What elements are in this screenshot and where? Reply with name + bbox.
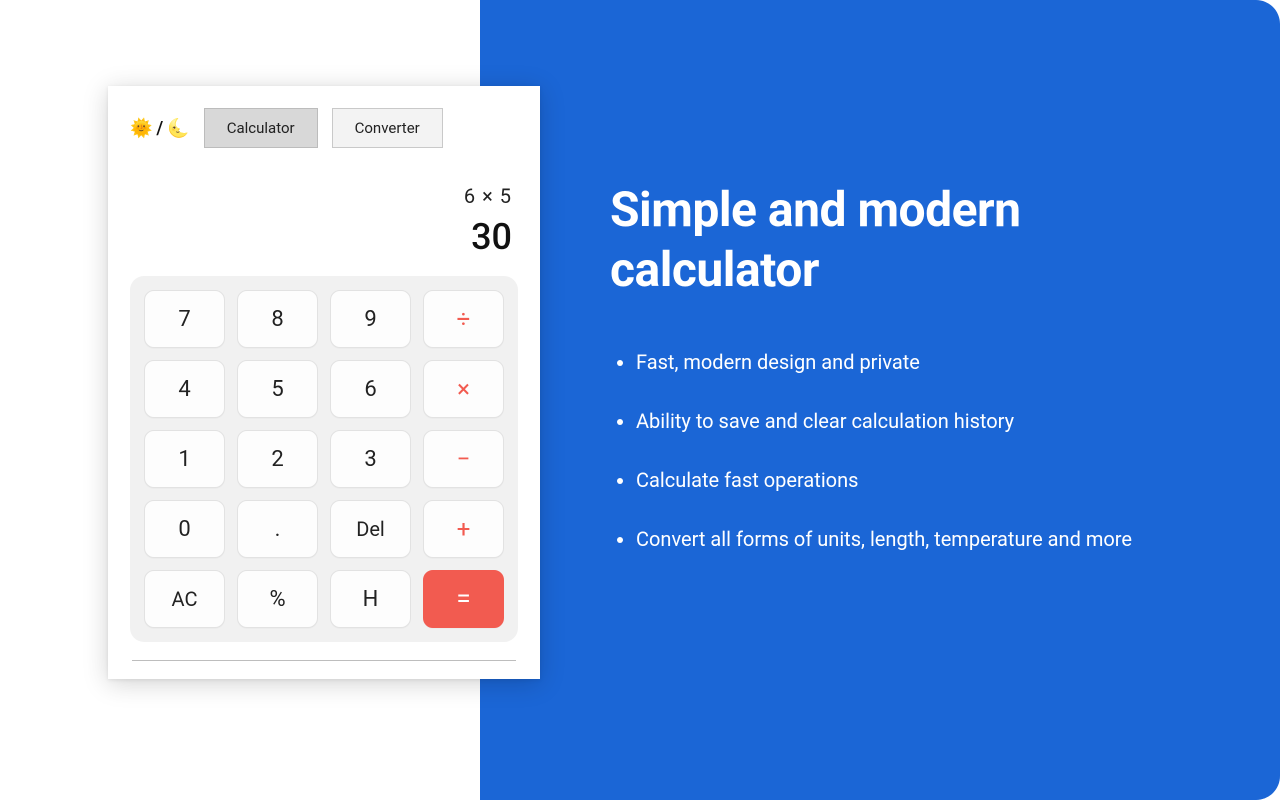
keypad-container: 7 8 9 ÷ 4 5 6 × 1 2 3 − 0 . Del + AC (130, 276, 518, 642)
key-6[interactable]: 6 (330, 360, 411, 418)
key-plus[interactable]: + (423, 500, 504, 558)
key-9[interactable]: 9 (330, 290, 411, 348)
theme-toggle[interactable]: 🌞 / 🌜 (130, 118, 190, 139)
key-3[interactable]: 3 (330, 430, 411, 488)
calculator-display: 6 × 5 30 (130, 176, 518, 276)
key-divide[interactable]: ÷ (423, 290, 504, 348)
sun-icon: 🌞 (130, 118, 152, 139)
key-dot[interactable]: . (237, 500, 318, 558)
key-4[interactable]: 4 (144, 360, 225, 418)
key-history[interactable]: H (330, 570, 411, 628)
display-result: 30 (136, 216, 512, 258)
promo-canvas: 🌞 / 🌜 Calculator Converter 6 × 5 30 7 8 … (0, 0, 1280, 800)
key-7[interactable]: 7 (144, 290, 225, 348)
key-minus[interactable]: − (423, 430, 504, 488)
promo-bullet: Ability to save and clear calculation hi… (636, 407, 1156, 436)
key-1[interactable]: 1 (144, 430, 225, 488)
key-equals[interactable]: = (423, 570, 504, 628)
key-percent[interactable]: % (237, 570, 318, 628)
calculator-window: 🌞 / 🌜 Calculator Converter 6 × 5 30 7 8 … (108, 86, 540, 679)
key-0[interactable]: 0 (144, 500, 225, 558)
key-delete[interactable]: Del (330, 500, 411, 558)
left-pane: 🌞 / 🌜 Calculator Converter 6 × 5 30 7 8 … (0, 0, 480, 800)
key-2[interactable]: 2 (237, 430, 318, 488)
promo-bullet: Calculate fast operations (636, 466, 1156, 495)
tab-converter[interactable]: Converter (332, 108, 443, 148)
display-expression: 6 × 5 (136, 184, 512, 208)
calculator-header: 🌞 / 🌜 Calculator Converter (130, 108, 518, 148)
key-8[interactable]: 8 (237, 290, 318, 348)
key-multiply[interactable]: × (423, 360, 504, 418)
promo-title: Simple and modern calculator (610, 180, 1220, 300)
promo-bullet: Fast, modern design and private (636, 348, 1156, 377)
promo-bullet: Convert all forms of units, length, temp… (636, 525, 1156, 554)
theme-slash: / (156, 118, 163, 139)
footer-divider (132, 660, 516, 661)
promo-feature-list: Fast, modern design and private Ability … (610, 348, 1220, 554)
key-all-clear[interactable]: AC (144, 570, 225, 628)
key-5[interactable]: 5 (237, 360, 318, 418)
moon-icon: 🌜 (167, 118, 189, 139)
keypad: 7 8 9 ÷ 4 5 6 × 1 2 3 − 0 . Del + AC (144, 290, 504, 628)
tab-calculator[interactable]: Calculator (204, 108, 318, 148)
promo-pane: Simple and modern calculator Fast, moder… (480, 0, 1280, 800)
